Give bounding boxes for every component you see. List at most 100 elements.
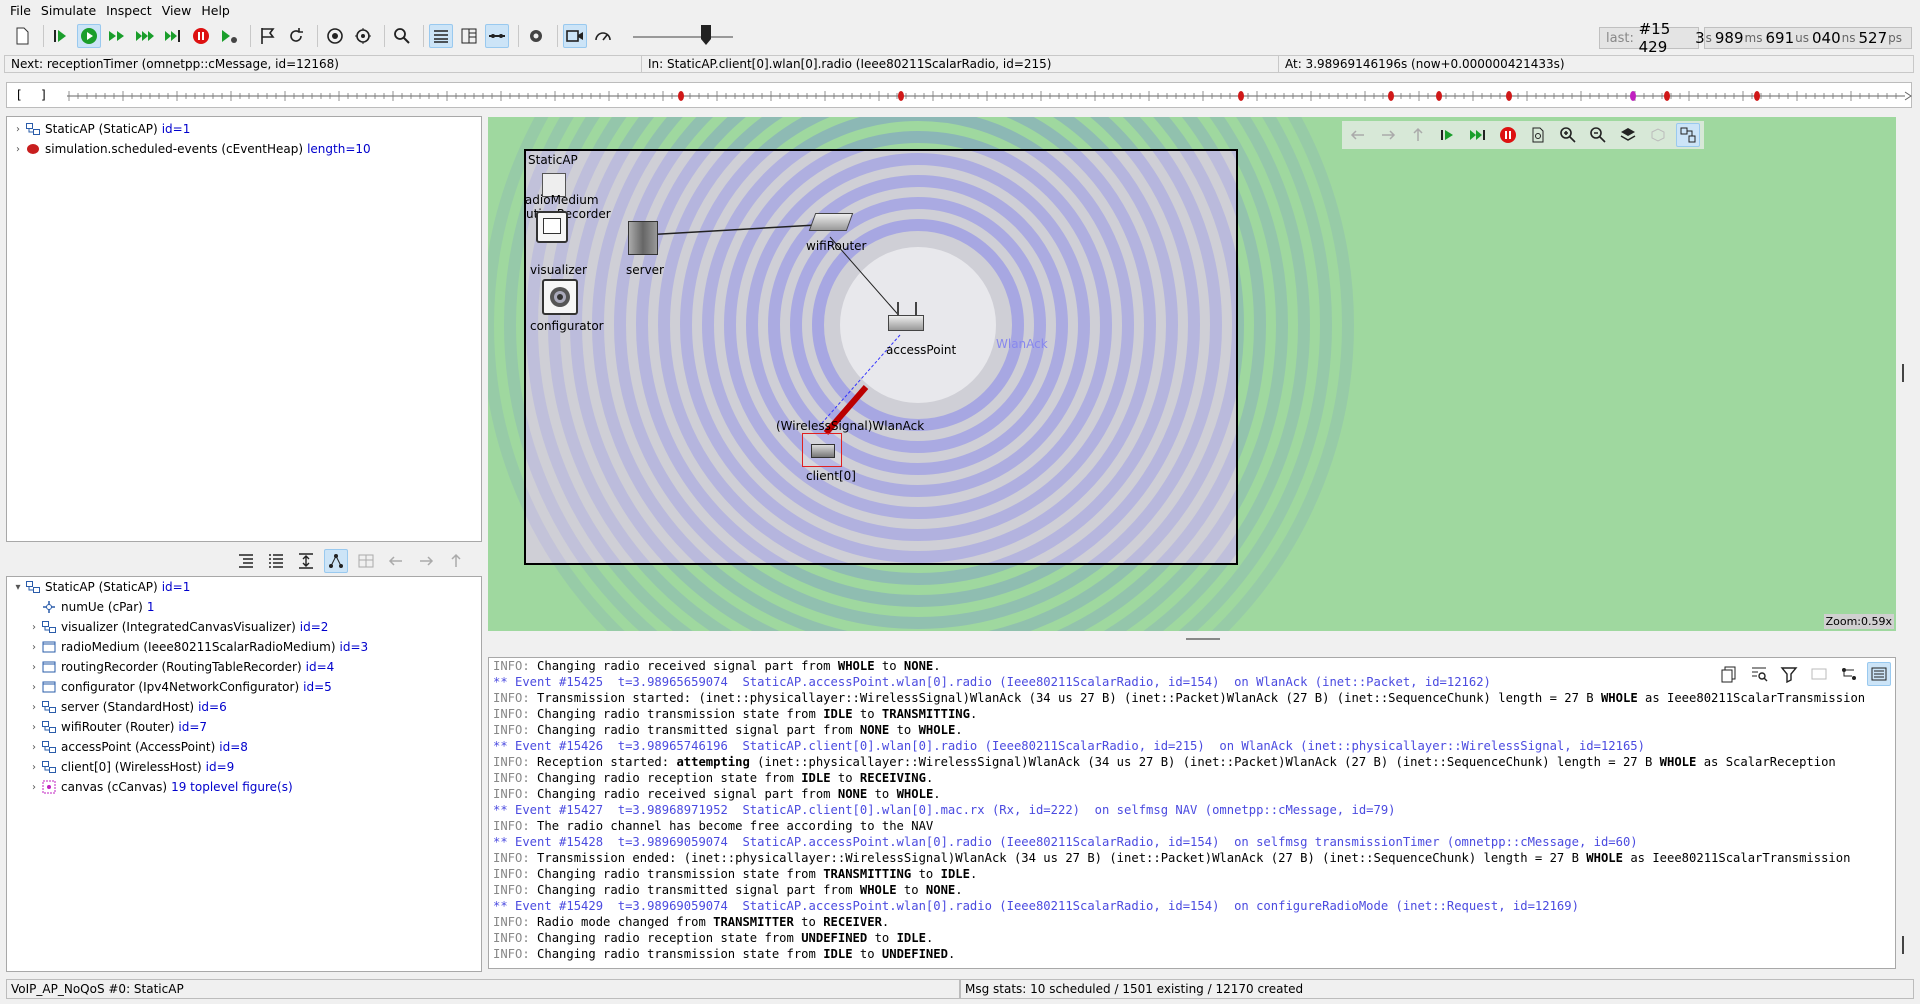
settings-gear-icon[interactable] (524, 24, 548, 48)
log-mode-icon[interactable] (1867, 662, 1891, 686)
expand-chevron-icon[interactable]: › (27, 782, 41, 793)
visualizer-icon[interactable] (536, 211, 568, 243)
expand-chevron-icon[interactable]: › (27, 702, 41, 713)
canvas-scroll-handle[interactable] (1902, 364, 1904, 382)
canvas-forward-icon[interactable] (1376, 123, 1400, 147)
fit-icon[interactable] (294, 549, 318, 573)
server-icon[interactable] (628, 221, 658, 255)
expand-chevron-icon[interactable]: › (27, 762, 41, 773)
flag-icon[interactable] (256, 24, 280, 48)
run-icon[interactable] (77, 24, 101, 48)
scheduled-tree-row[interactable]: › simulation.scheduled-events (cEventHeap… (7, 139, 481, 159)
collapse-chevron-icon[interactable]: ▾ (11, 582, 25, 593)
layers-icon[interactable] (1616, 123, 1640, 147)
timeline-event-marker[interactable] (678, 91, 684, 101)
timeline-event-marker[interactable] (1630, 91, 1636, 101)
log-message: Changing radio transmission state from I… (529, 947, 956, 961)
timeline-event-marker[interactable] (1506, 91, 1512, 101)
canvas-stop-icon[interactable] (1496, 123, 1520, 147)
copy-icon[interactable] (1717, 662, 1741, 686)
object-id: id=9 (205, 760, 235, 774)
debug-next-icon[interactable] (217, 24, 241, 48)
up-arrow-icon[interactable] (444, 549, 468, 573)
log-settings-icon[interactable] (1807, 662, 1831, 686)
rebuild-icon[interactable] (284, 24, 308, 48)
log-scroll-handle[interactable] (1902, 936, 1904, 954)
record-icon[interactable] (323, 24, 347, 48)
expand-chevron-icon[interactable]: › (11, 124, 25, 135)
tree-root-row[interactable]: ▾ StaticAP (StaticAP) id=1 (7, 577, 481, 597)
menu-view[interactable]: View (160, 3, 200, 18)
tree-mode-icon[interactable] (324, 549, 348, 573)
timeline-event-marker[interactable] (1436, 91, 1442, 101)
video-recording-icon[interactable] (563, 24, 587, 48)
forward-arrow-icon[interactable] (414, 549, 438, 573)
object-tree-row[interactable]: numUe (cPar) 1 (7, 597, 481, 617)
timeline-event-marker[interactable] (1664, 91, 1670, 101)
speed-slider-thumb[interactable] (701, 25, 711, 45)
log-info-line: INFO: The radio channel has become free … (489, 818, 1895, 834)
run-until-icon[interactable] (161, 24, 185, 48)
timeline-event-marker[interactable] (1754, 91, 1760, 101)
message-mode-icon[interactable] (1837, 662, 1861, 686)
menu-file[interactable]: File (8, 3, 39, 18)
layout-icon[interactable] (457, 24, 481, 48)
splitter-handle[interactable] (1186, 638, 1220, 640)
menu-inspect[interactable]: Inspect (104, 3, 160, 18)
timeline-toggle-icon[interactable] (429, 24, 453, 48)
speedometer-icon[interactable] (591, 24, 615, 48)
timeline-event-marker[interactable] (1238, 91, 1244, 101)
expand-chevron-icon[interactable]: › (27, 742, 41, 753)
list-indent-icon[interactable] (234, 549, 258, 573)
find-icon[interactable] (390, 24, 414, 48)
configurator-gear-icon[interactable] (542, 279, 578, 315)
expand-chevron-icon[interactable]: › (27, 682, 41, 693)
new-run-icon[interactable] (10, 24, 34, 48)
express-run-icon[interactable] (133, 24, 157, 48)
step-icon[interactable] (49, 24, 73, 48)
filter-icon[interactable] (1777, 662, 1801, 686)
stop-icon[interactable] (189, 24, 213, 48)
object-tree-row[interactable]: › configurator (Ipv4NetworkConfigurator) i… (7, 677, 481, 697)
expand-chevron-icon[interactable]: › (27, 662, 41, 673)
3d-view-icon[interactable] (1646, 123, 1670, 147)
object-tree-row[interactable]: › radioMedium (Ieee80211ScalarRadioMedium… (7, 637, 481, 657)
scheduled-tree-row[interactable]: › StaticAP (StaticAP) id=1 (7, 119, 481, 139)
router-icon[interactable] (808, 213, 854, 231)
expand-chevron-icon[interactable]: › (27, 622, 41, 633)
object-tree-row[interactable]: › server (StandardHost) id=6 (7, 697, 481, 717)
timeline-event-marker[interactable] (1388, 91, 1394, 101)
expand-chevron-icon[interactable]: › (11, 144, 25, 155)
client-selection-box[interactable] (802, 433, 842, 467)
object-tree-row[interactable]: › accessPoint (AccessPoint) id=8 (7, 737, 481, 757)
zoom-out-icon[interactable] (1586, 123, 1610, 147)
find-in-log-icon[interactable] (1747, 662, 1771, 686)
network-canvas[interactable]: StaticAP radioMedium routingRecorder vis… (488, 117, 1896, 631)
canvas-run-icon[interactable] (1466, 123, 1490, 147)
access-point-icon[interactable] (888, 302, 924, 331)
module-grid-icon[interactable] (354, 549, 378, 573)
zoom-in-icon[interactable] (1556, 123, 1580, 147)
expand-chevron-icon[interactable]: › (27, 642, 41, 653)
event-timeline[interactable]: [ ] (6, 82, 1912, 108)
object-tree-row[interactable]: › client[0] (WirelessHost) id=9 (7, 757, 481, 777)
horizontal-split-icon[interactable] (485, 24, 509, 48)
menu-simulate[interactable]: Simulate (39, 3, 104, 18)
canvas-mode-icon[interactable] (1676, 123, 1700, 147)
canvas-back-icon[interactable] (1346, 123, 1370, 147)
canvas-up-icon[interactable] (1406, 123, 1430, 147)
back-arrow-icon[interactable] (384, 549, 408, 573)
bug-icon[interactable] (351, 24, 375, 48)
canvas-export-icon[interactable] (1526, 123, 1550, 147)
timeline-event-marker[interactable] (898, 91, 904, 101)
object-tree-row[interactable]: › canvas (cCanvas) 19 toplevel figure(s) (7, 777, 481, 797)
canvas-step-icon[interactable] (1436, 123, 1460, 147)
object-tree-row[interactable]: › wifiRouter (Router) id=7 (7, 717, 481, 737)
object-tree-row[interactable]: › routingRecorder (RoutingTableRecorder) i… (7, 657, 481, 677)
expand-chevron-icon[interactable]: › (27, 722, 41, 733)
fast-run-icon[interactable] (105, 24, 129, 48)
menu-help[interactable]: Help (199, 3, 238, 18)
object-tree-row[interactable]: › visualizer (IntegratedCanvasVisualizer)… (7, 617, 481, 637)
list-view-icon[interactable] (264, 549, 288, 573)
speed-slider[interactable] (633, 24, 733, 48)
